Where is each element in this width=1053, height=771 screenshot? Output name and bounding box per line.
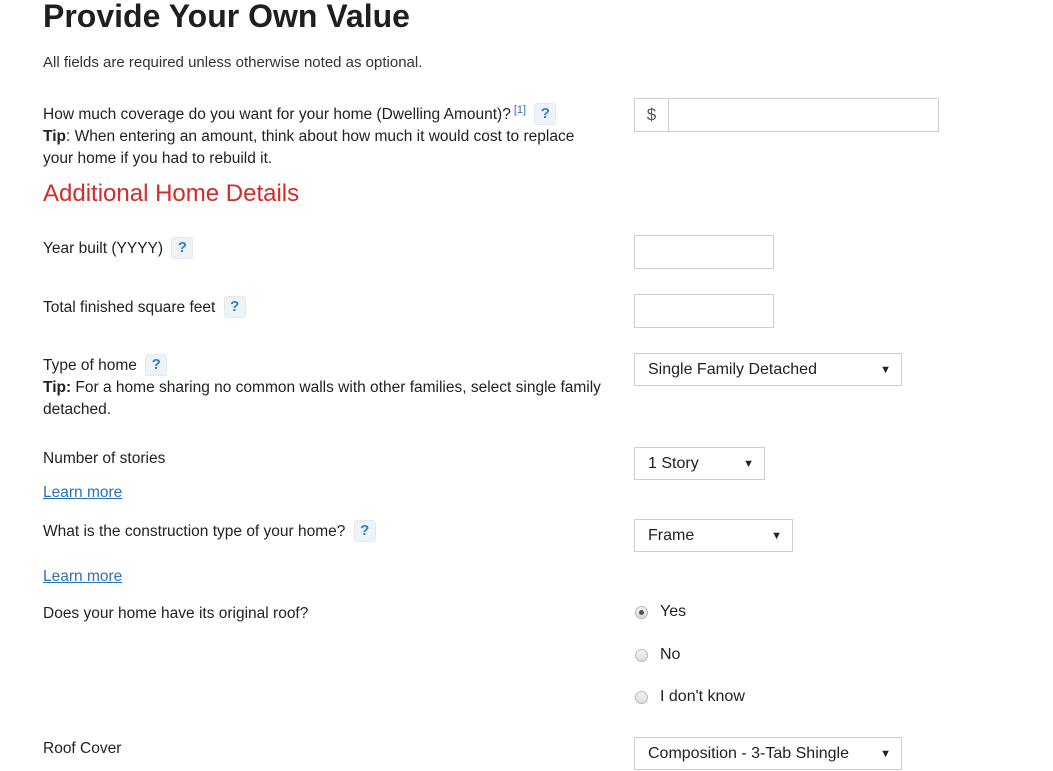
tip-text: For a home sharing no common walls with … [43, 379, 601, 418]
radio-label: I don't know [660, 688, 745, 705]
square-feet-label: Total finished square feet [43, 299, 216, 316]
original-roof-option-no[interactable]: No [635, 646, 680, 664]
chevron-down-icon: ▼ [880, 747, 891, 760]
construction-help-icon[interactable]: ? [353, 520, 376, 542]
chevron-down-icon: ▼ [771, 529, 782, 542]
construction-learn-more-link[interactable]: Learn more [43, 568, 122, 586]
tip-label: Tip: [43, 379, 72, 396]
required-fields-note: All fields are required unless otherwise… [43, 54, 423, 71]
stories-select[interactable]: 1 Story ▼ [634, 447, 765, 480]
roof-cover-label: Roof Cover [43, 740, 122, 757]
dwelling-amount-input[interactable] [669, 99, 938, 131]
year-built-label: Year built (YYYY) [43, 240, 164, 257]
dwelling-question: How much coverage do you want for your h… [43, 99, 603, 170]
construction-selected: Frame [648, 526, 695, 544]
page-title: Provide Your Own Value [43, 0, 410, 34]
tip-label: Tip [43, 128, 66, 145]
square-feet-help-icon[interactable]: ? [223, 296, 246, 318]
original-roof-option-yes[interactable]: Yes [635, 603, 686, 621]
stories-learn-more-link[interactable]: Learn more [43, 484, 122, 502]
radio-dot [639, 609, 644, 615]
stories-label: Number of stories [43, 450, 166, 467]
original-roof-label: Does your home have its original roof? [43, 605, 309, 622]
tip-text: : When entering an amount, think about h… [43, 128, 575, 167]
construction-label: What is the construction type of your ho… [43, 523, 346, 540]
year-built-row: Year built (YYYY) ? [43, 237, 194, 260]
radio-button[interactable] [635, 648, 648, 662]
original-roof-option-dont-know[interactable]: I don't know [635, 688, 745, 706]
roof-cover-selected: Composition - 3-Tab Shingle [648, 744, 849, 762]
dwelling-tip: Tip: When entering an amount, think abou… [43, 126, 603, 170]
section-title: Additional Home Details [43, 180, 300, 207]
square-feet-row: Total finished square feet ? [43, 296, 246, 319]
construction-select[interactable]: Frame ▼ [634, 519, 793, 552]
construction-row: What is the construction type of your ho… [43, 520, 376, 543]
radio-label: No [660, 646, 681, 663]
type-of-home-select[interactable]: Single Family Detached ▼ [634, 353, 902, 386]
radio-button[interactable] [635, 690, 648, 704]
dollar-sign-addon: $ [635, 99, 669, 131]
chevron-down-icon: ▼ [743, 457, 754, 470]
year-built-help-icon[interactable]: ? [171, 237, 194, 259]
dwelling-label: How much coverage do you want for your h… [43, 106, 511, 123]
type-of-home-selected: Single Family Detached [648, 360, 817, 378]
dwelling-amount-field[interactable]: $ [634, 98, 939, 132]
type-of-home-help-icon[interactable]: ? [145, 354, 168, 376]
radio-button-checked[interactable] [635, 605, 648, 619]
footnote-link[interactable]: [1] [514, 104, 526, 116]
type-of-home-tip: Tip: For a home sharing no common walls … [43, 377, 603, 421]
year-built-input[interactable] [634, 235, 774, 269]
dwelling-help-icon[interactable]: ? [534, 103, 557, 125]
stories-selected: 1 Story [648, 454, 699, 472]
square-feet-input[interactable] [634, 294, 774, 328]
radio-label: Yes [660, 603, 687, 620]
chevron-down-icon: ▼ [880, 363, 891, 376]
type-of-home-row: Type of home ? Tip: For a home sharing n… [43, 354, 603, 421]
type-of-home-label: Type of home [43, 357, 137, 374]
roof-cover-select[interactable]: Composition - 3-Tab Shingle ▼ [634, 737, 902, 770]
